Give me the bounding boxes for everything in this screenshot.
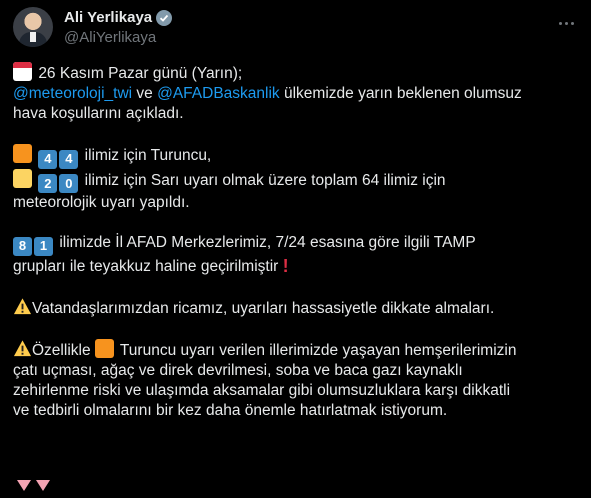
red-triangle-down-icon: [17, 480, 31, 491]
warning-text-2a: Özellikle: [32, 341, 91, 359]
afad-text: ilimizde İl AFAD Merkezlerimiz, 7/24 esa…: [59, 234, 476, 251]
paragraph-weather: hava koşullarını açıkladı.: [13, 105, 184, 122]
and-text: ve: [132, 85, 158, 102]
tweet-header: Ali Yerlikaya @AliYerlikaya: [13, 7, 578, 51]
warning-line-3: çatı uçması, ağaç ve direk devrilmesi, s…: [13, 361, 463, 379]
orange-square-icon: [13, 144, 32, 163]
red-triangle-down-icon: [36, 480, 50, 491]
warning-icon: [13, 339, 32, 358]
paragraph-date: 26 Kasım Pazar günü (Yarın);: [13, 62, 573, 84]
warning-text-2b: Turuncu uyarı verilen illerimizde yaşaya…: [115, 341, 517, 359]
calendar-icon: [13, 62, 32, 81]
author-name-row: Ali Yerlikaya: [64, 9, 173, 26]
afad-line: 81 ilimizde İl AFAD Merkezlerimiz, 7/24 …: [13, 233, 573, 256]
verified-badge-icon: [156, 9, 173, 26]
triangle-row: [17, 476, 55, 494]
yellow-line: 20 ilimiz için Sarı uyarı olmak üzere to…: [13, 168, 573, 193]
afad-line-2: grupları ile teyakkuz haline geçirilmişt…: [13, 256, 573, 277]
red-exclamation-icon: !: [282, 255, 289, 276]
tweet-body: 26 Kasım Pazar günü (Yarın); @meteoroloj…: [13, 62, 573, 421]
orange-line: 44 ilimiz için Turuncu,: [13, 144, 573, 169]
warning-line-1: Vatandaşlarımızdan ricamız, uyarıları ha…: [13, 297, 573, 319]
warning-line-4: zehirlenme riski ve ulaşımda aksamalar g…: [13, 381, 511, 399]
tweet: Ali Yerlikaya @AliYerlikaya 26 Kasım Paz…: [0, 0, 591, 498]
yellow-square-icon: [13, 168, 32, 188]
mention-rest-text: ülkemizde yarın beklenen olumsuz: [279, 85, 522, 102]
date-text: 26 Kasım Pazar günü (Yarın);: [38, 65, 243, 82]
mention-afad[interactable]: @AFADBaskanlik: [157, 85, 280, 102]
yellow-text: ilimiz için Sarı uyarı olmak üzere topla…: [84, 171, 446, 189]
warning-icon: [13, 297, 32, 316]
keycap-digit: 2: [38, 174, 58, 193]
keycap-digit: 4: [59, 149, 79, 169]
paragraph-mentions: @meteoroloji_twi ve @AFADBaskanlik ülkem…: [13, 84, 573, 104]
afad-text-2: grupları ile teyakkuz haline geçirilmişt…: [13, 257, 279, 275]
avatar-shirt: [30, 32, 36, 42]
warning-line-5: ve tedbirli olmalarını bir kez daha önem…: [13, 401, 448, 419]
yellow-line-2: meteorolojik uyarı yapıldı.: [13, 194, 190, 211]
more-options-icon[interactable]: [554, 11, 578, 35]
keycap-digit: 1: [34, 236, 53, 256]
orange-text: ilimiz için Turuncu,: [84, 147, 212, 164]
keycap-digit: 0: [59, 174, 79, 193]
keycap-digit: 8: [13, 236, 32, 256]
author-name[interactable]: Ali Yerlikaya: [64, 9, 152, 26]
warning-text-1: Vatandaşlarımızdan ricamız, uyarıları ha…: [32, 299, 495, 317]
warning-line-2: Özellikle Turuncu uyarı verilen illerimi…: [13, 338, 573, 361]
mention-meteoroloji[interactable]: @meteoroloji_twi: [13, 85, 132, 102]
avatar[interactable]: [13, 7, 53, 47]
author-handle[interactable]: @AliYerlikaya: [64, 29, 156, 46]
keycap-digit: 4: [38, 149, 58, 169]
orange-square-icon: [94, 338, 114, 358]
